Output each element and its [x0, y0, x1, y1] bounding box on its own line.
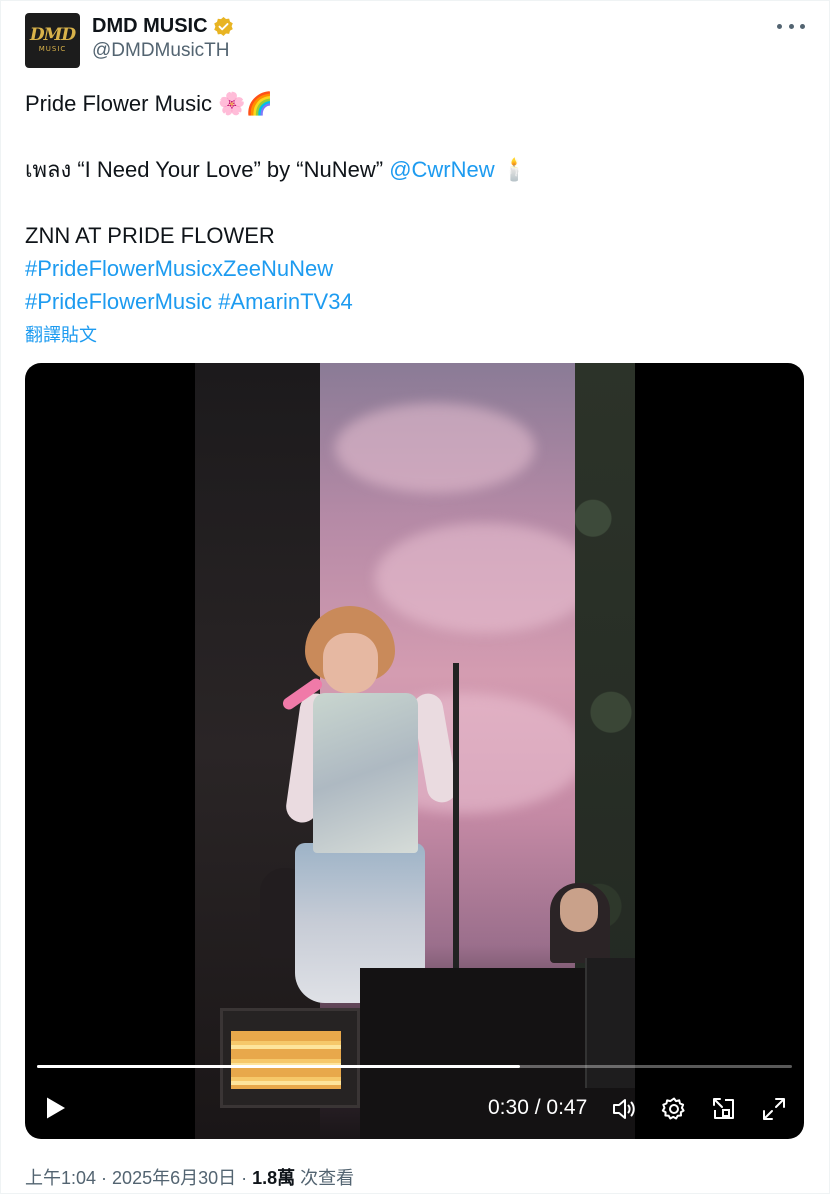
tweet-card: DMD MUSIC DMD MUSIC @DMDMusicTH Pride Fl…: [0, 0, 830, 1194]
post-date[interactable]: 2025年6月30日: [112, 1168, 236, 1188]
author-block: DMD MUSIC @DMDMusicTH: [92, 13, 234, 62]
fullscreen-icon[interactable]: [761, 1096, 787, 1122]
avatar-logo-subtext: MUSIC: [38, 45, 67, 53]
hashtag-link[interactable]: #AmarinTV34: [218, 289, 353, 314]
hashtag-line-1: #PrideFlowerMusicxZeeNuNew: [25, 252, 805, 285]
tweet-metadata: 上午1:04 · 2025年6月30日 · 1.8萬 次查看: [25, 1168, 355, 1188]
volume-icon[interactable]: [611, 1096, 637, 1122]
avatar[interactable]: DMD MUSIC: [25, 13, 80, 68]
video-progress-bar[interactable]: [37, 1065, 792, 1068]
post-time[interactable]: 上午1:04: [25, 1168, 96, 1188]
display-name-row: DMD MUSIC: [92, 13, 234, 39]
more-options-icon[interactable]: [777, 15, 805, 37]
mention-link[interactable]: @CwrNew: [389, 157, 494, 182]
view-count: 1.8萬: [252, 1168, 296, 1188]
tweet-line-2-text: เพลง “I Need Your Love” by “NuNew”: [25, 157, 384, 182]
view-count-label: 次查看: [295, 1168, 355, 1188]
flower-rainbow-emoji: 🌸🌈: [218, 92, 273, 117]
duration: 0:47: [546, 1096, 588, 1119]
play-icon[interactable]: [45, 1096, 67, 1120]
tweet-text: Pride Flower Music 🌸🌈 เพลง “I Need Your …: [25, 87, 805, 318]
tweet-line-1-text: Pride Flower Music: [25, 91, 213, 116]
translate-post-link[interactable]: 翻譯貼文: [25, 321, 97, 347]
picture-in-picture-icon[interactable]: [711, 1096, 737, 1122]
tweet-line-1: Pride Flower Music 🌸🌈: [25, 87, 805, 120]
hashtag-link[interactable]: #PrideFlowerMusicxZeeNuNew: [25, 256, 333, 281]
hashtag-link[interactable]: #PrideFlowerMusic: [25, 289, 212, 314]
video-frame: [195, 363, 635, 1139]
video-player[interactable]: 0:30 / 0:47: [25, 363, 804, 1139]
video-time: 0:30 / 0:47: [488, 1096, 588, 1119]
tweet-line-3: ZNN AT PRIDE FLOWER: [25, 223, 275, 248]
tweet-line-2: เพลง “I Need Your Love” by “NuNew” @CwrN…: [25, 153, 805, 186]
video-progress-fill: [37, 1065, 521, 1068]
hashtag-line-2: #PrideFlowerMusic #AmarinTV34: [25, 285, 805, 318]
candle-emoji: 🕯️: [500, 158, 529, 183]
author-handle[interactable]: @DMDMusicTH: [92, 40, 234, 62]
avatar-logo-text: DMD: [29, 25, 76, 45]
settings-gear-icon[interactable]: [661, 1096, 687, 1122]
display-name[interactable]: DMD MUSIC: [92, 15, 208, 38]
verified-badge-icon[interactable]: [213, 16, 234, 37]
current-time: 0:30: [488, 1096, 529, 1119]
